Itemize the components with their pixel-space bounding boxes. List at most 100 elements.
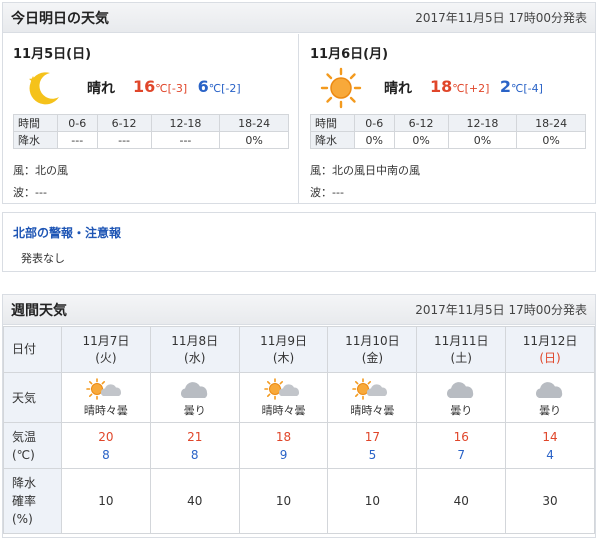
low-temp: 2 bbox=[499, 77, 512, 96]
weekly-panel-header: 週間天気 2017年11月5日 17時00分発表 bbox=[3, 295, 595, 325]
weekly-pop: 10 bbox=[275, 494, 292, 508]
weekly-high: 14 bbox=[542, 429, 558, 444]
weekly-pop: 40 bbox=[187, 494, 203, 508]
weekly-weather-row: 天気 晴時々曇 曇り 晴時々曇 晴時々曇 曇り 曇り bbox=[3, 372, 595, 423]
weekly-low: 7 bbox=[457, 447, 466, 462]
temp-label-line1: 気温 bbox=[12, 429, 37, 444]
rain-cell: 0% bbox=[516, 131, 586, 149]
weekly-high: 16 bbox=[453, 429, 469, 444]
row-label-date: 日付 bbox=[3, 326, 62, 373]
sun-cloud-icon bbox=[86, 377, 121, 400]
pop-label-line3: (%) bbox=[12, 512, 33, 526]
weekly-dow: (火) bbox=[95, 350, 117, 365]
weekly-pop-cell: 40 bbox=[149, 468, 240, 534]
wind-text: 風：北の風日中南の風 bbox=[310, 164, 420, 177]
rain-table: 時間 0-6 6-12 12-18 18-24 降水 0% 0% 0% 0% bbox=[310, 114, 586, 149]
weekly-date: 11月8日 bbox=[171, 333, 219, 348]
rain-header-label: 時間 bbox=[310, 114, 355, 132]
period-cell: 0-6 bbox=[57, 114, 98, 132]
weekly-temp-cell: 17 5 bbox=[327, 422, 418, 469]
weekly-date: 11月9日 bbox=[260, 333, 308, 348]
weekly-temp-cell: 14 4 bbox=[505, 422, 595, 469]
day-temps: 16℃[-3] 6℃[-2] bbox=[133, 77, 241, 96]
rain-table: 時間 0-6 6-12 12-18 18-24 降水 --- --- --- 0… bbox=[13, 114, 289, 149]
weekly-panel-issued: 2017年11月5日 17時00分発表 bbox=[415, 303, 587, 317]
weekly-dow: (金) bbox=[361, 350, 384, 365]
weekly-high: 20 bbox=[98, 429, 114, 444]
weekly-low: 4 bbox=[546, 447, 554, 462]
weekly-temp-cell: 20 8 bbox=[61, 422, 151, 469]
weekly-table: 日付 11月7日 (火) 11月8日 (水) 11月9日 (木) 11月10日 (金) 11月1… bbox=[3, 326, 595, 534]
day-forecast-tomorrow: 11月6日(月) 晴れ 18℃[+2] 2℃[-4] 時間 0-6 6-12 1… bbox=[300, 34, 596, 203]
rain-label: 降水 bbox=[13, 131, 58, 149]
cloud-icon bbox=[536, 381, 563, 398]
low-temp: 6 bbox=[197, 77, 209, 96]
weekly-weather-label: 晴時々曇 bbox=[261, 403, 306, 417]
day-forecast-today: 11月5日(日) 晴れ 16℃[-3] 6℃[-2] 時間 0-6 6-12 1… bbox=[3, 34, 299, 203]
day-temps: 18℃[+2] 2℃[-4] bbox=[430, 77, 543, 96]
row-label-temp: 気温 (℃) bbox=[3, 422, 62, 469]
cloud-icon bbox=[180, 381, 207, 398]
period-cell: 18-24 bbox=[516, 114, 586, 132]
weekly-dow: (水) bbox=[184, 350, 206, 365]
weekly-weather-cell: 晴時々曇 bbox=[238, 372, 329, 423]
rain-cell: 0% bbox=[219, 131, 289, 149]
today-panel-title: 今日明日の天気 bbox=[11, 10, 109, 27]
row-label-pop: 降水 確率 (%) bbox=[3, 468, 62, 534]
weekly-date-cell: 11月10日 (金) bbox=[327, 326, 418, 373]
weekly-temp-cell: 21 8 bbox=[149, 422, 240, 469]
rain-cell: 0% bbox=[447, 131, 518, 149]
warning-link[interactable]: 北部の警報・注意報 bbox=[13, 224, 121, 241]
high-diff: [-3] bbox=[167, 82, 188, 95]
day-weather: 晴れ bbox=[384, 81, 412, 97]
weekly-pop: 40 bbox=[453, 494, 469, 508]
moon-icon bbox=[29, 72, 59, 105]
low-diff: [-2] bbox=[221, 82, 241, 95]
pop-label-line2: 確率 bbox=[12, 494, 37, 508]
temp-label-line2: (℃) bbox=[12, 447, 35, 462]
weekly-high: 21 bbox=[187, 429, 203, 444]
weekly-pop-cell: 10 bbox=[61, 468, 151, 534]
weekly-weather-cell: 曇り bbox=[149, 372, 240, 423]
today-panel-issued: 2017年11月5日 17時00分発表 bbox=[415, 11, 587, 25]
weekly-date: 11月7日 bbox=[82, 333, 130, 348]
high-temp: 16 bbox=[133, 77, 156, 96]
weekly-pop: 30 bbox=[542, 494, 558, 508]
weekly-date-cell: 11月8日 (水) bbox=[149, 326, 240, 373]
weekly-date: 11月10日 bbox=[345, 333, 400, 348]
weekly-pop-cell: 10 bbox=[238, 468, 329, 534]
weekly-dow: (日) bbox=[539, 350, 561, 365]
weekly-date-cell: 11月12日 (日) bbox=[505, 326, 595, 373]
period-cell: 12-18 bbox=[447, 114, 518, 132]
rain-cell: --- bbox=[150, 131, 221, 149]
weekly-low: 8 bbox=[102, 447, 110, 462]
weekly-date-cell: 11月7日 (火) bbox=[61, 326, 151, 373]
row-label-weather: 天気 bbox=[3, 372, 62, 423]
weekly-weather-label: 曇り bbox=[539, 403, 562, 417]
weekly-pop-cell: 40 bbox=[416, 468, 507, 534]
high-unit: ℃ bbox=[155, 82, 168, 95]
rain-cell: --- bbox=[96, 131, 152, 149]
high-unit: ℃ bbox=[452, 82, 465, 95]
weekly-low: 9 bbox=[279, 447, 288, 462]
weekly-dow: (土) bbox=[450, 350, 472, 365]
sun-cloud-icon bbox=[263, 377, 299, 400]
weekly-weather-label: 晴時々曇 bbox=[83, 403, 128, 417]
weekly-pop: 10 bbox=[98, 494, 114, 508]
weekly-low: 5 bbox=[368, 447, 377, 462]
cloud-icon bbox=[447, 381, 474, 398]
high-temp: 18 bbox=[430, 77, 453, 96]
weekly-weather-cell: 晴時々曇 bbox=[61, 372, 151, 423]
weekly-date: 11月12日 bbox=[522, 333, 578, 348]
rain-cell: 0% bbox=[354, 131, 395, 149]
weekly-high: 17 bbox=[364, 429, 381, 444]
weekly-weather-cell: 晴時々曇 bbox=[327, 372, 418, 423]
weekly-pop-cell: 10 bbox=[327, 468, 418, 534]
weekly-panel-title: 週間天気 bbox=[11, 302, 67, 319]
weekly-dow: (木) bbox=[272, 350, 295, 365]
high-diff: [+2] bbox=[464, 82, 490, 95]
weekly-date-row: 日付 11月7日 (火) 11月8日 (水) 11月9日 (木) 11月10日 (金) 11月1… bbox=[3, 326, 595, 373]
low-unit: ℃ bbox=[511, 82, 524, 95]
weekly-temp-row: 気温 (℃) 20 8 21 8 18 9 17 5 16 7 14 4 bbox=[3, 422, 595, 469]
wave-text: 波：--- bbox=[13, 186, 47, 199]
